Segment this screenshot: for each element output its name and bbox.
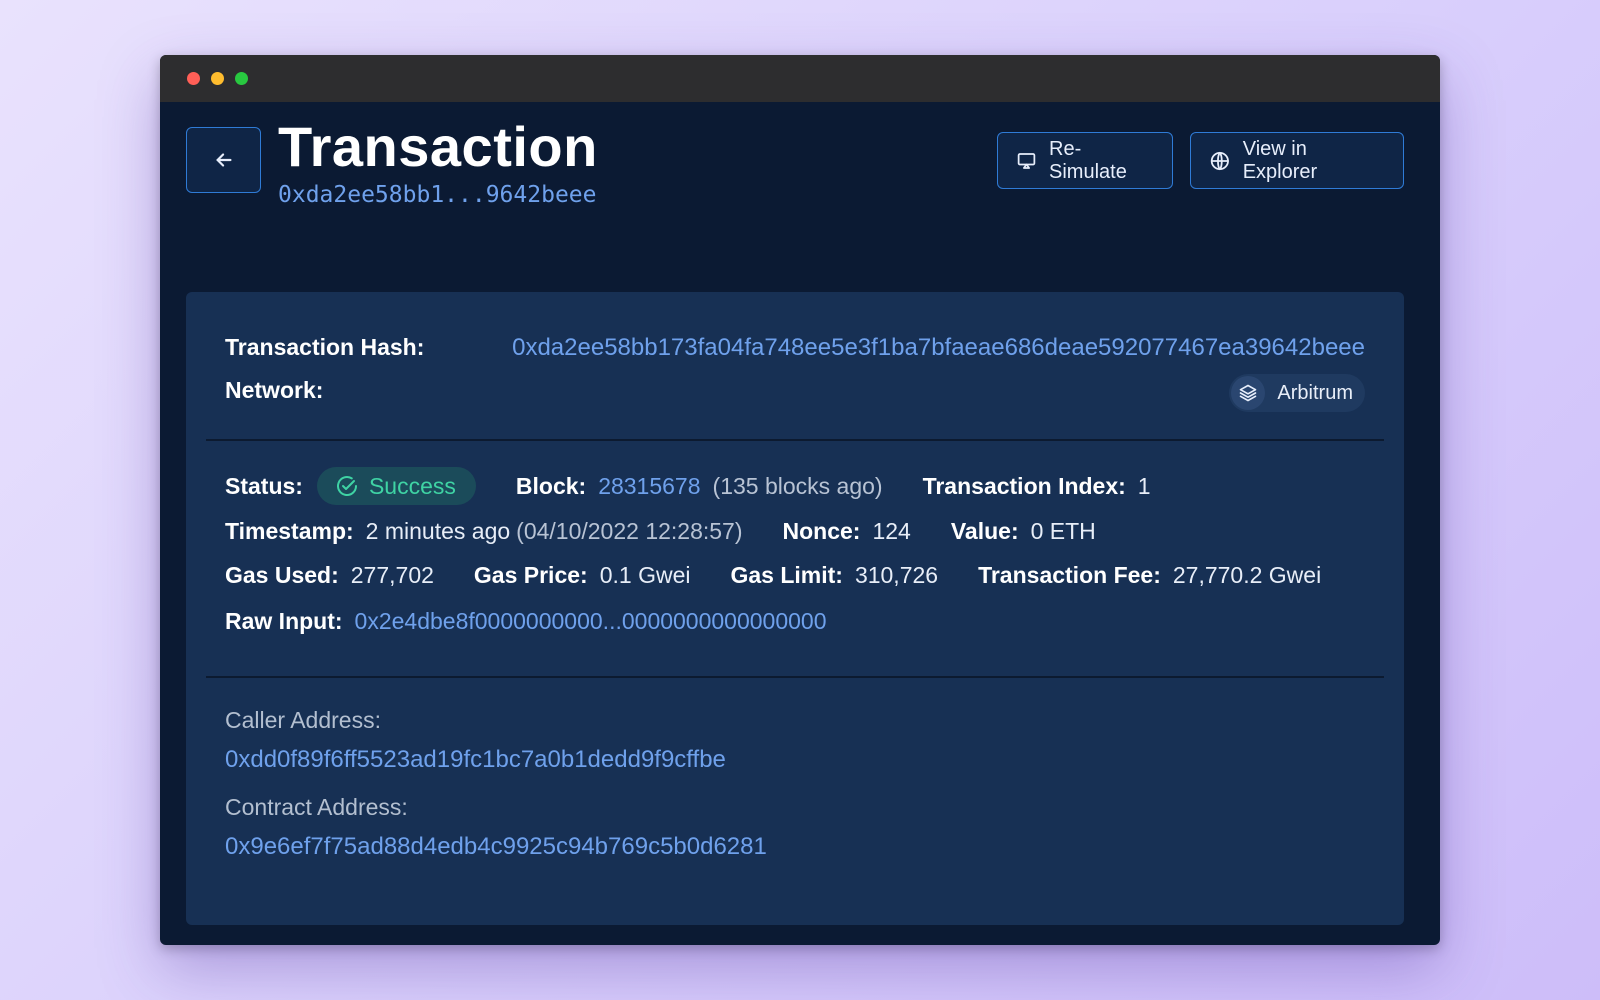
status-row: Status: Success Block: 28315678 (135 blo… <box>225 467 1151 505</box>
transaction-hash-value[interactable]: 0xda2ee58bb173fa04fa748ee5e3f1ba7bfaeae6… <box>512 334 1365 362</box>
title-bar <box>160 55 1440 102</box>
arrow-left-icon <box>215 153 232 167</box>
transaction-hash-label: Transaction Hash: <box>225 334 425 360</box>
gas-limit-label: Gas Limit: <box>730 562 843 588</box>
raw-input-label: Raw Input: <box>225 608 343 634</box>
timestamp-absolute: (04/10/2022 12:28:57) <box>516 518 743 544</box>
back-button[interactable] <box>186 127 261 193</box>
value-label: Value: <box>950 518 1019 544</box>
page-title: Transaction <box>278 115 598 178</box>
divider <box>206 676 1384 678</box>
caller-address-value[interactable]: 0xdd0f89f6ff5523ad19fc1bc7a0b1dedd9f9cff… <box>225 746 726 774</box>
gas-price-label: Gas Price: <box>473 562 588 588</box>
gas-used-label: Gas Used: <box>225 562 339 588</box>
block-ago: (135 blocks ago) <box>712 472 883 499</box>
transaction-fee-value: 27,770.2 Gwei <box>1172 562 1322 588</box>
gas-limit-value: 310,726 <box>854 562 939 588</box>
raw-input-row: Raw Input: 0x2e4dbe8f0000000000...000000… <box>225 608 827 635</box>
network-label: Network: <box>225 377 324 403</box>
monitor-play-icon <box>1017 152 1036 169</box>
globe-icon <box>1210 151 1229 170</box>
nonce-label: Nonce: <box>782 518 861 544</box>
view-in-explorer-button[interactable]: View in Explorer <box>1190 132 1404 189</box>
network-value: Arbitrum <box>1277 381 1353 404</box>
transaction-index-value: 1 <box>1137 472 1151 499</box>
maximize-window-button[interactable] <box>235 72 248 85</box>
layers-icon <box>1231 376 1266 410</box>
gas-used-value: 277,702 <box>350 562 434 588</box>
page-header: Transaction 0xda2ee58bb1...9642beee Re-S… <box>160 102 1440 292</box>
divider <box>206 439 1384 441</box>
re-simulate-label: Re-Simulate <box>1049 137 1127 183</box>
transaction-fee-label: Transaction Fee: <box>978 562 1161 588</box>
transaction-hash-short[interactable]: 0xda2ee58bb1...9642beee <box>278 182 597 208</box>
timestamp-row: Timestamp: 2 minutes ago (04/10/2022 12:… <box>225 518 1096 545</box>
status-badge: Success <box>316 467 476 505</box>
timestamp-relative: 2 minutes ago <box>365 518 511 544</box>
check-circle-icon <box>336 476 357 496</box>
transaction-hash-row: Transaction Hash: <box>225 334 424 361</box>
transaction-index-label: Transaction Index: <box>922 472 1126 499</box>
block-number-link[interactable]: 28315678 <box>598 473 700 500</box>
contract-address-value[interactable]: 0x9e6ef7f75ad88d4edb4c9925c94b769c5b0d62… <box>225 833 767 861</box>
minimize-window-button[interactable] <box>211 72 224 85</box>
close-window-button[interactable] <box>187 72 200 85</box>
view-in-explorer-label: View in Explorer <box>1242 137 1318 183</box>
raw-input-value[interactable]: 0x2e4dbe8f0000000000...0000000000000000 <box>355 608 827 635</box>
app-window: Transaction 0xda2ee58bb1...9642beee Re-S… <box>160 55 1440 945</box>
status-value: Success <box>368 472 456 499</box>
nonce-value: 124 <box>872 518 911 544</box>
network-badge: Arbitrum <box>1229 374 1365 412</box>
block-label: Block: <box>515 472 587 499</box>
gas-row: Gas Used: 277,702 Gas Price: 0.1 Gwei Ga… <box>225 562 1321 589</box>
timestamp-label: Timestamp: <box>225 518 354 544</box>
contract-address-label: Contract Address: <box>225 794 408 820</box>
status-label: Status: <box>225 472 303 499</box>
network-row: Network: <box>225 377 323 404</box>
re-simulate-button[interactable]: Re-Simulate <box>997 132 1173 189</box>
transaction-details-card: Transaction Hash: 0xda2ee58bb173fa04fa74… <box>186 292 1404 925</box>
caller-address-label: Caller Address: <box>225 707 381 733</box>
gas-price-value: 0.1 Gwei <box>599 562 691 588</box>
value-value: 0 ETH <box>1030 518 1096 544</box>
